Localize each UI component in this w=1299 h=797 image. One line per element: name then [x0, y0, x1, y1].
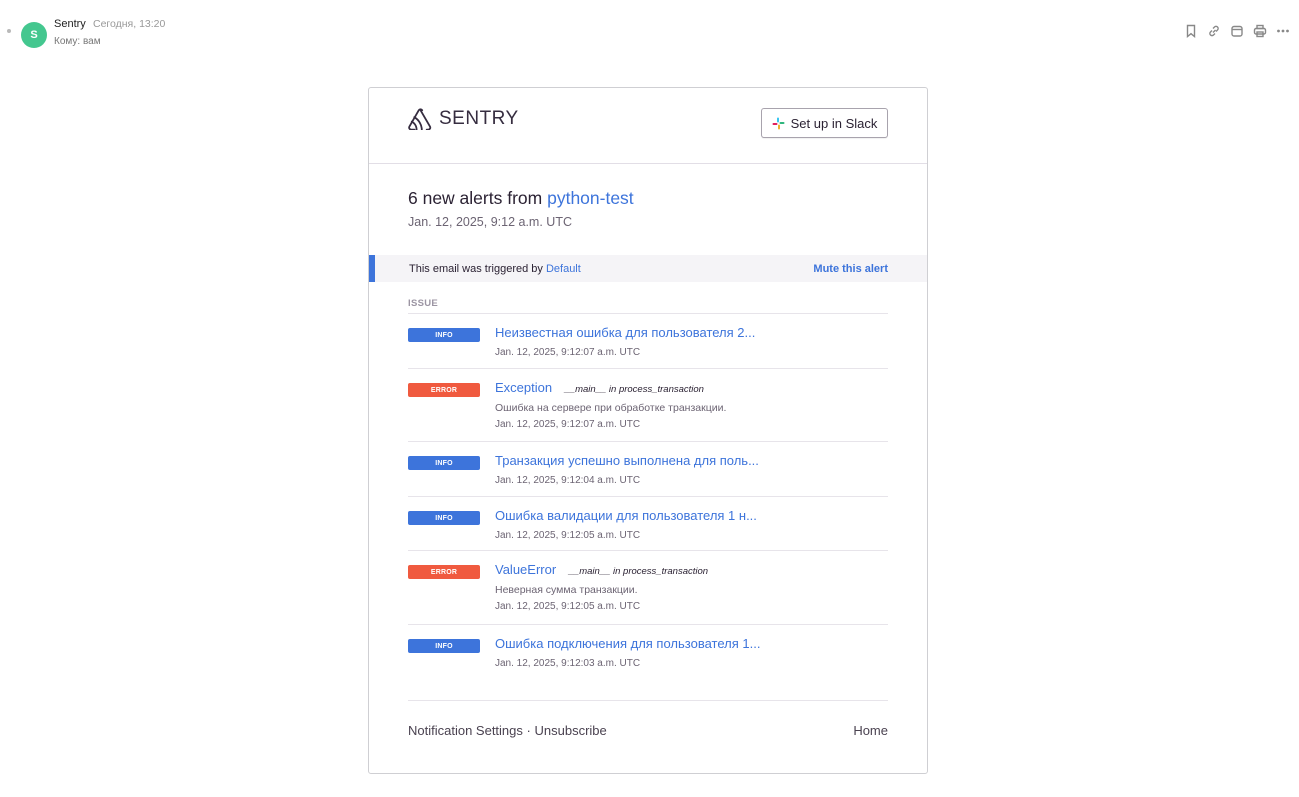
issue-list: INFO Неизвестная ошибка для пользователя…: [408, 313, 888, 680]
alert-title-prefix: 6 new alerts from: [408, 188, 543, 208]
link-icon[interactable]: [1205, 22, 1222, 39]
email-footer: Notification Settings · Unsubscribe Home: [408, 700, 888, 760]
slack-icon: [772, 117, 785, 129]
alert-title: 6 new alerts from python-test: [408, 188, 888, 209]
email-header: SENTRY Set up in Slack: [369, 88, 927, 164]
issue-culprit: __main__ in process_transaction: [568, 566, 709, 577]
mute-alert-link[interactable]: Mute this alert: [813, 263, 888, 275]
notification-settings-link[interactable]: Notification Settings: [408, 723, 523, 738]
trigger-bar: This email was triggered by Default Mute…: [369, 255, 927, 282]
print-icon[interactable]: [1251, 22, 1268, 39]
issue-row: ERROR ValueError __main__ in process_tra…: [408, 551, 888, 625]
issue-date: Jan. 12, 2025, 9:12:07 a.m. UTC: [495, 347, 641, 358]
calendar-icon[interactable]: [1228, 22, 1245, 39]
sentry-wordmark: SENTRY: [439, 108, 519, 129]
email-card: SENTRY Set up in Slack 6 new alerts from…: [368, 87, 928, 774]
alert-date: Jan. 12, 2025, 9:12 a.m. UTC: [408, 215, 572, 229]
issue-title-link[interactable]: Транзакция успешно выполнена для поль...: [495, 453, 759, 468]
recipient-line: Кому: вам: [54, 36, 101, 47]
level-badge: ERROR: [408, 565, 480, 579]
mail-date: Сегодня, 13:20: [93, 18, 166, 30]
sentry-logo-icon: [408, 108, 432, 130]
issue-column-header: ISSUE: [408, 298, 439, 309]
trigger-text: This email was triggered by: [409, 262, 543, 275]
setup-slack-button[interactable]: Set up in Slack: [761, 108, 888, 138]
issue-date: Jan. 12, 2025, 9:12:07 a.m. UTC: [495, 419, 641, 430]
mail-toolbar: [1182, 22, 1291, 39]
sentry-logo[interactable]: SENTRY: [408, 108, 519, 130]
project-link[interactable]: python-test: [547, 188, 634, 208]
issue-culprit: __main__ in process_transaction: [564, 384, 704, 395]
level-badge: INFO: [408, 328, 480, 342]
issue-row: ERROR Exception __main__ in process_tran…: [408, 369, 888, 442]
issue-message: Неверная сумма транзакции.: [495, 584, 638, 596]
level-badge: ERROR: [408, 383, 480, 397]
issue-title-link[interactable]: Ошибка валидации для пользователя 1 н...: [495, 508, 757, 523]
unsubscribe-link[interactable]: Unsubscribe: [535, 723, 607, 738]
level-badge: INFO: [408, 456, 480, 470]
bookmark-icon[interactable]: [1182, 22, 1199, 39]
unread-dot: [7, 29, 11, 33]
issue-message: Ошибка на сервере при обработке транзакц…: [495, 402, 727, 414]
home-link[interactable]: Home: [853, 723, 888, 738]
issue-row: INFO Транзакция успешно выполнена для по…: [408, 442, 888, 497]
to-value: вам: [82, 36, 101, 47]
issue-title-link[interactable]: Неизвестная ошибка для пользователя 2...: [495, 325, 755, 340]
issue-row: INFO Ошибка валидации для пользователя 1…: [408, 497, 888, 551]
issue-date: Jan. 12, 2025, 9:12:05 a.m. UTC: [495, 601, 641, 612]
to-label: Кому:: [54, 36, 81, 47]
mail-header: S Sentry Сегодня, 13:20 Кому: вам: [0, 0, 1299, 60]
setup-slack-label: Set up in Slack: [790, 115, 878, 131]
more-icon[interactable]: [1274, 22, 1291, 39]
alert-summary: 6 new alerts from python-test Jan. 12, 2…: [369, 164, 927, 255]
issue-title-link[interactable]: ValueError: [495, 562, 556, 577]
level-badge: INFO: [408, 511, 480, 525]
footer-separator: ·: [526, 723, 531, 738]
issue-date: Jan. 12, 2025, 9:12:04 a.m. UTC: [495, 475, 641, 486]
issue-date: Jan. 12, 2025, 9:12:03 a.m. UTC: [495, 658, 641, 669]
issue-row: INFO Неизвестная ошибка для пользователя…: [408, 314, 888, 369]
sender-name[interactable]: Sentry: [54, 18, 86, 30]
footer-links: Notification Settings · Unsubscribe: [408, 723, 607, 738]
level-badge: INFO: [408, 639, 480, 653]
issue-row: INFO Ошибка подключения для пользователя…: [408, 625, 888, 680]
trigger-info: This email was triggered by Default: [409, 263, 581, 275]
trigger-rule-link[interactable]: Default: [546, 263, 581, 275]
issue-title-link[interactable]: Exception: [495, 380, 552, 395]
issue-title-link[interactable]: Ошибка подключения для пользователя 1...: [495, 636, 760, 651]
avatar[interactable]: S: [21, 22, 47, 48]
issue-date: Jan. 12, 2025, 9:12:05 a.m. UTC: [495, 530, 641, 541]
